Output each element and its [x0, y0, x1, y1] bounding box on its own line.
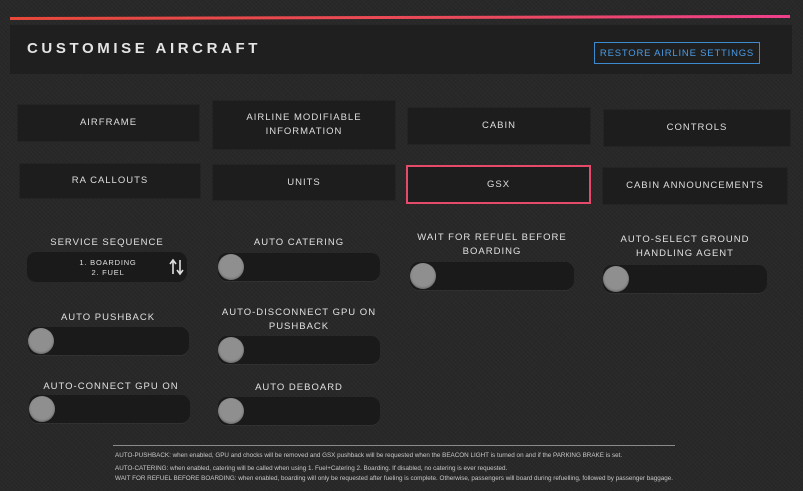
service-sequence-line-1: 1. BOARDING	[79, 258, 137, 267]
note-auto-pushback: AUTO-PUSHBACK: when enabled, GPU and cho…	[115, 452, 623, 459]
auto-deboard-toggle-knob	[218, 398, 244, 424]
tab-ra-callouts[interactable]: RA CALLOUTS	[19, 163, 201, 199]
auto-catering-toggle-knob	[218, 254, 244, 280]
tab-cabin[interactable]: CABIN	[407, 107, 591, 145]
swap-order-icon[interactable]	[169, 258, 185, 276]
auto-disconnect-gpu-toggle[interactable]	[218, 336, 380, 364]
service-sequence-line-2: 2. FUEL	[91, 268, 125, 277]
note-auto-catering: AUTO-CATERING: when enabled, catering wi…	[115, 465, 508, 472]
auto-connect-gpu-toggle-knob	[29, 396, 55, 422]
auto-disconnect-gpu-label: AUTO-DISCONNECT GPU ON PUSHBACK	[221, 307, 377, 332]
auto-connect-gpu-toggle[interactable]	[29, 395, 190, 423]
tab-cabin-announcements[interactable]: CABIN ANNOUNCEMENTS	[602, 167, 788, 205]
note-wait-for-refuel: WAIT FOR REFUEL BEFORE BOARDING: when en…	[115, 475, 674, 482]
auto-pushback-label: AUTO PUSHBACK	[60, 312, 156, 323]
tab-controls[interactable]: CONTROLS	[603, 109, 791, 147]
auto-select-agent-label: AUTO-SELECT GROUND HANDLING AGENT	[620, 234, 750, 259]
tab-gsx[interactable]: GSX	[406, 165, 591, 204]
restore-airline-settings-button[interactable]: RESTORE AIRLINE SETTINGS	[594, 42, 760, 64]
notes-divider	[113, 445, 675, 446]
tab-airframe[interactable]: AIRFRAME	[17, 104, 200, 142]
tab-airline-modifiable-information[interactable]: AIRLINE MODIFIABLE INFORMATION	[212, 100, 396, 150]
auto-select-agent-toggle[interactable]	[603, 265, 767, 293]
service-sequence-label: SERVICE SEQUENCE	[50, 237, 164, 248]
service-sequence-select[interactable]: 1. BOARDING 2. FUEL	[27, 252, 187, 282]
wait-for-refuel-toggle[interactable]	[410, 262, 574, 290]
page-title: CUSTOMISE AIRCRAFT	[27, 40, 261, 57]
auto-select-agent-toggle-knob	[603, 266, 629, 292]
auto-pushback-toggle-knob	[28, 328, 54, 354]
tab-units[interactable]: UNITS	[212, 164, 396, 201]
auto-disconnect-gpu-toggle-knob	[218, 337, 244, 363]
auto-catering-label: AUTO CATERING	[253, 237, 345, 248]
wait-for-refuel-label: WAIT FOR REFUEL BEFORE BOARDING	[417, 232, 567, 257]
wait-for-refuel-toggle-knob	[410, 263, 436, 289]
auto-deboard-label: AUTO DEBOARD	[255, 382, 343, 393]
auto-catering-toggle[interactable]	[218, 253, 380, 281]
auto-pushback-toggle[interactable]	[28, 327, 189, 355]
auto-deboard-toggle[interactable]	[218, 397, 380, 425]
